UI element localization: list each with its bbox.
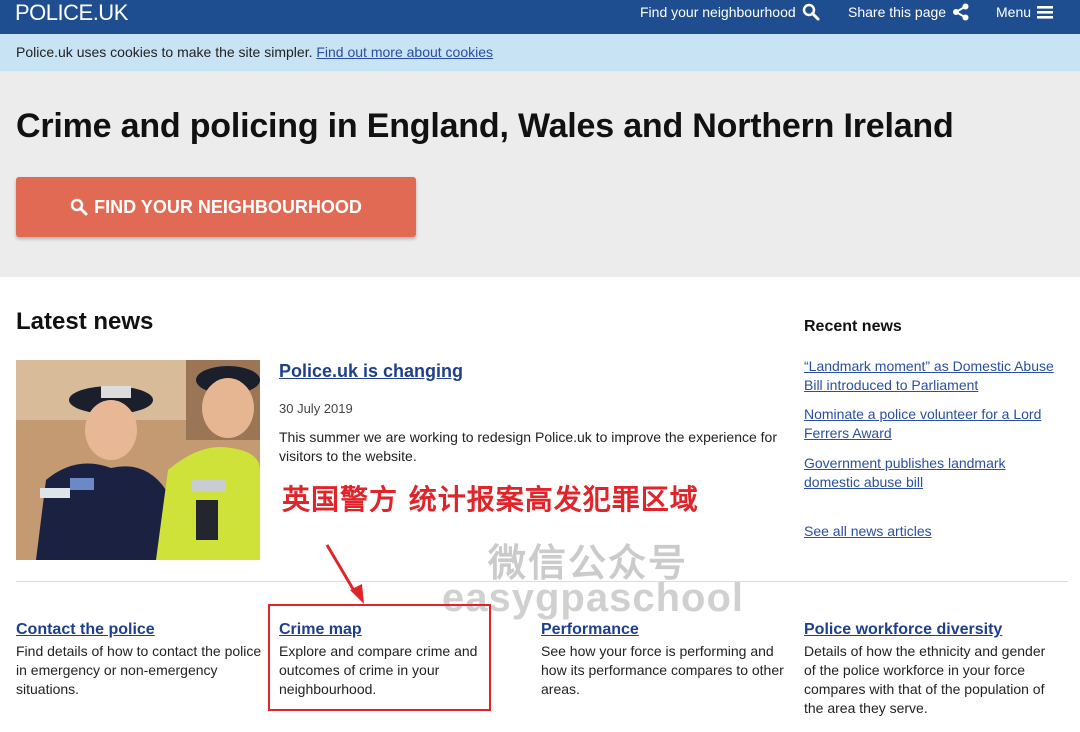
find-neighbourhood-label: FIND YOUR NEIGHBOURHOOD <box>94 196 362 217</box>
workforce-diversity-desc: Details of how the ethnicity and gender … <box>804 643 1046 716</box>
nav-share-page[interactable]: Share this page <box>848 0 970 24</box>
news-photo[interactable] <box>16 360 260 560</box>
nav-find-label: Find your neighbourhood <box>640 4 796 20</box>
hero-section: Crime and policing in England, Wales and… <box>0 71 1080 277</box>
nav-menu[interactable]: Menu <box>996 0 1054 24</box>
annotation-arrow-icon <box>325 544 364 604</box>
recent-news-link[interactable]: Government publishes landmark domestic a… <box>804 454 1054 492</box>
search-icon <box>802 3 820 21</box>
cookie-text: Police.uk uses cookies to make the site … <box>16 44 317 60</box>
recent-news-link[interactable]: “Landmark moment” as Domestic Abuse Bill… <box>804 357 1054 395</box>
contact-police-desc: Find details of how to contact the polic… <box>16 643 262 697</box>
recent-news-link[interactable]: Nominate a police volunteer for a Lord F… <box>804 405 1054 443</box>
news-article-summary: This summer we are working to redesign P… <box>279 429 777 464</box>
service-contact: Contact the police Find details of how t… <box>16 621 266 699</box>
share-icon <box>953 3 969 21</box>
annotation-caption: 英国警方 统计报案高发犯罪区域 <box>282 483 699 516</box>
page-title: Crime and policing in England, Wales and… <box>16 107 954 145</box>
nav-share-label: Share this page <box>848 4 947 20</box>
news-article-title[interactable]: Police.uk is changing <box>279 361 463 382</box>
service-diversity: Police workforce diversity Details of ho… <box>804 621 1054 718</box>
officers-photo <box>16 360 260 560</box>
search-icon <box>70 198 88 216</box>
nav-find-neighbourhood[interactable]: Find your neighbourhood <box>640 0 820 24</box>
service-performance: Performance See how your force is perfor… <box>541 621 791 699</box>
cookie-notice: Police.uk uses cookies to make the site … <box>0 34 1080 71</box>
find-neighbourhood-button[interactable]: FIND YOUR NEIGHBOURHOOD <box>16 177 416 237</box>
nav-menu-label: Menu <box>996 4 1032 20</box>
site-logo[interactable]: POLICE.UK <box>15 0 128 26</box>
site-header: POLICE.UK Find your neighbourhood Share … <box>0 0 1080 34</box>
cookie-info-link[interactable]: Find out more about cookies <box>316 44 493 60</box>
performance-desc: See how your force is performing and how… <box>541 643 784 697</box>
annotation-highlight-box <box>268 604 491 711</box>
contact-police-link[interactable]: Contact the police <box>16 621 155 639</box>
news-article-date: 30 July 2019 <box>279 401 353 416</box>
see-all-news-link[interactable]: See all news articles <box>804 522 1054 541</box>
recent-news-heading: Recent news <box>804 318 902 335</box>
hamburger-icon <box>1037 6 1054 19</box>
workforce-diversity-link[interactable]: Police workforce diversity <box>804 621 1002 639</box>
performance-link[interactable]: Performance <box>541 621 639 639</box>
latest-news-heading: Latest news <box>16 308 154 335</box>
